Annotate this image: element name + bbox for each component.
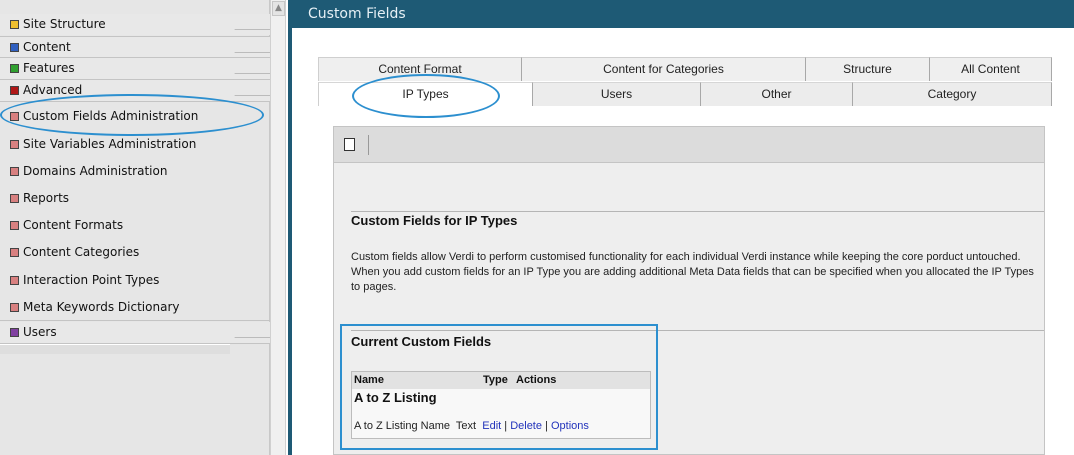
domains-icon	[10, 167, 19, 176]
sidebar-item-label: Users	[23, 325, 57, 339]
sidebar-divider	[0, 344, 230, 354]
toolbar-separator	[368, 135, 369, 155]
main-content: Custom Fields Content Format Content for…	[288, 0, 1074, 455]
action-separator: |	[504, 420, 508, 432]
table-row: A to Z Listing Name Text Edit | Delete |…	[354, 420, 589, 432]
content-icon	[10, 43, 19, 52]
sidebar-item-label: Interaction Point Types	[23, 273, 160, 287]
column-header-name: Name	[354, 374, 384, 386]
sidebar-item-content-formats[interactable]: Content Formats	[0, 215, 270, 236]
custom-fields-icon	[10, 112, 19, 121]
sidebar-item-label: Features	[23, 61, 75, 75]
sidebar-item-features[interactable]: Features	[0, 58, 270, 79]
features-icon	[10, 64, 19, 73]
sidebar-item-meta-keywords-dictionary[interactable]: Meta Keywords Dictionary	[0, 297, 270, 318]
action-separator: |	[545, 420, 548, 432]
sidebar-item-interaction-point-types[interactable]: Interaction Point Types	[0, 270, 270, 291]
sidebar-item-content-categories[interactable]: Content Categories	[0, 242, 270, 263]
new-document-icon[interactable]	[344, 138, 355, 151]
tab-structure[interactable]: Structure	[806, 57, 930, 81]
column-header-actions: Actions	[516, 374, 557, 386]
sidebar-nav: Site Structure Content Features Advanced…	[0, 0, 270, 455]
sidebar-item-domains-administration[interactable]: Domains Administration	[0, 161, 270, 182]
sidebar-item-label: Content Categories	[23, 245, 140, 259]
divider	[351, 330, 1044, 331]
frame-edge	[288, 28, 292, 455]
delete-link[interactable]: Delete	[510, 420, 542, 432]
sidebar-item-label: Content	[23, 40, 71, 54]
meta-keywords-icon	[10, 303, 19, 312]
toolbar	[334, 127, 1044, 163]
scroll-up-icon[interactable]: ▲	[272, 1, 285, 16]
options-link[interactable]: Options	[551, 420, 589, 432]
content-panel: Custom Fields for IP Types Custom fields…	[333, 126, 1045, 455]
edit-link[interactable]: Edit	[482, 420, 501, 432]
advanced-icon	[10, 86, 19, 95]
column-header-type: Type	[483, 374, 508, 386]
tab-all-content[interactable]: All Content	[930, 57, 1052, 81]
content-categories-icon	[10, 248, 19, 257]
sidebar-item-content[interactable]: Content	[0, 37, 270, 58]
reports-icon	[10, 194, 19, 203]
sidebar-scrollbar[interactable]: ▲	[270, 0, 286, 455]
sidebar-item-advanced[interactable]: Advanced	[0, 80, 270, 101]
description-text: Custom fields allow Verdi to perform cus…	[351, 251, 1034, 293]
sidebar-item-site-variables-administration[interactable]: Site Variables Administration	[0, 134, 270, 155]
sidebar-item-users[interactable]: Users	[0, 322, 270, 343]
page-title: Custom Fields	[288, 0, 1074, 28]
sidebar-item-label: Site Structure	[23, 17, 106, 31]
sidebar-item-label: Advanced	[23, 83, 83, 97]
sidebar-item-label: Site Variables Administration	[23, 137, 197, 151]
sidebar-item-custom-fields-administration[interactable]: Custom Fields Administration	[0, 106, 270, 127]
field-name: A to Z Listing Name	[354, 420, 450, 432]
current-fields-heading: Current Custom Fields	[351, 334, 492, 349]
custom-fields-table: Name Type Actions A to Z Listing A to Z …	[351, 371, 651, 439]
sidebar-item-site-structure[interactable]: Site Structure	[0, 14, 270, 35]
tab-ip-types[interactable]: IP Types	[318, 82, 533, 106]
tab-category[interactable]: Category	[853, 82, 1052, 106]
tab-users[interactable]: Users	[533, 82, 701, 106]
content-formats-icon	[10, 221, 19, 230]
users-icon	[10, 328, 19, 337]
sidebar-item-label: Meta Keywords Dictionary	[23, 300, 180, 314]
divider	[351, 211, 1044, 212]
field-type: Text	[455, 420, 477, 432]
sidebar-item-label: Domains Administration	[23, 164, 168, 178]
table-group-title: A to Z Listing	[354, 390, 437, 405]
table-header: Name Type Actions	[352, 372, 650, 389]
sidebar-item-label: Content Formats	[23, 218, 124, 232]
tab-content-format[interactable]: Content Format	[318, 57, 522, 81]
site-variables-icon	[10, 140, 19, 149]
tab-content-for-categories[interactable]: Content for Categories	[522, 57, 806, 81]
section-heading: Custom Fields for IP Types	[351, 213, 518, 228]
site-structure-icon	[10, 20, 19, 29]
sidebar-item-label: Reports	[23, 191, 70, 205]
tab-other[interactable]: Other	[701, 82, 853, 106]
sidebar-item-label: Custom Fields Administration	[23, 109, 199, 123]
interaction-point-types-icon	[10, 276, 19, 285]
sidebar-item-reports[interactable]: Reports	[0, 188, 270, 209]
